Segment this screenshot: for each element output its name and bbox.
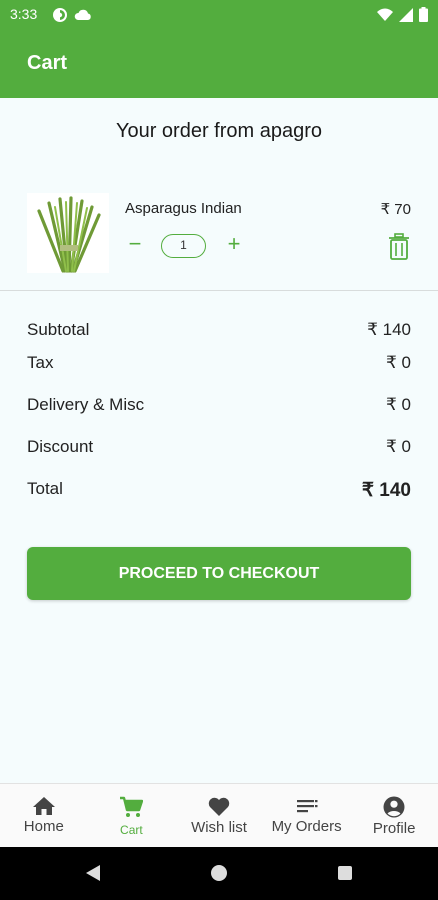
- quantity-value: 1: [161, 234, 206, 258]
- total-value: ₹ 140: [361, 480, 411, 501]
- home-icon: [32, 797, 55, 815]
- nav-label-home: Home: [23, 818, 64, 835]
- cart-item: Asparagus Indian ₹ 70 − 1 +: [0, 185, 438, 280]
- order-heading: Your order from apagro: [115, 120, 323, 142]
- status-time: 3:33: [10, 6, 38, 22]
- nav-item-home[interactable]: Home: [0, 784, 88, 847]
- nav-label-profile: Profile: [372, 820, 416, 837]
- discount-value: ₹ 0: [386, 437, 411, 456]
- cloud-icon: [74, 9, 91, 20]
- divider: [0, 290, 438, 291]
- nav-item-profile[interactable]: Profile: [350, 784, 438, 847]
- account-icon: [383, 796, 405, 818]
- system-nav-bar: [0, 847, 438, 900]
- delivery-label: Delivery & Misc: [27, 395, 145, 414]
- recents-square-icon[interactable]: [338, 866, 352, 880]
- subtotal-value: ₹ 140: [367, 320, 411, 339]
- signal-icon: [399, 7, 413, 22]
- nav-item-cart[interactable]: Cart: [88, 784, 176, 847]
- proceed-to-checkout-button[interactable]: PROCEED TO CHECKOUT: [27, 547, 411, 600]
- product-price: ₹ 70: [380, 201, 411, 218]
- decrease-quantity-button[interactable]: −: [127, 233, 143, 255]
- delivery-value: ₹ 0: [386, 395, 411, 414]
- data-saver-icon: [53, 8, 67, 22]
- app-bar: Cart: [0, 30, 438, 98]
- delete-item-button[interactable]: [388, 233, 410, 261]
- list-icon: [296, 800, 318, 813]
- product-name: Asparagus Indian: [125, 200, 242, 217]
- nav-item-wish-list[interactable]: Wish list: [175, 784, 263, 847]
- product-image: [27, 193, 109, 273]
- nav-label-my-orders: My Orders: [271, 818, 342, 835]
- nav-label-cart: Cart: [120, 823, 143, 837]
- page-title: Cart: [27, 52, 68, 74]
- bottom-nav: Home Cart Wish list My Orders Profile: [0, 783, 438, 847]
- status-bar: 3:33: [0, 0, 438, 30]
- discount-label: Discount: [27, 437, 94, 456]
- nav-item-my-orders[interactable]: My Orders: [263, 784, 351, 847]
- home-circle-icon[interactable]: [211, 865, 227, 881]
- trash-icon: [389, 233, 409, 260]
- nav-label-wish-list: Wish list: [191, 819, 247, 836]
- increase-quantity-button[interactable]: +: [225, 233, 243, 255]
- tax-label: Tax: [27, 353, 54, 372]
- battery-icon: [419, 7, 428, 22]
- cart-icon: [120, 796, 144, 817]
- back-icon[interactable]: [84, 864, 102, 882]
- tax-value: ₹ 0: [386, 353, 411, 372]
- wifi-icon: [377, 8, 393, 21]
- total-label: Total: [27, 479, 63, 498]
- subtotal-label: Subtotal: [27, 320, 90, 339]
- heart-icon: [208, 797, 230, 816]
